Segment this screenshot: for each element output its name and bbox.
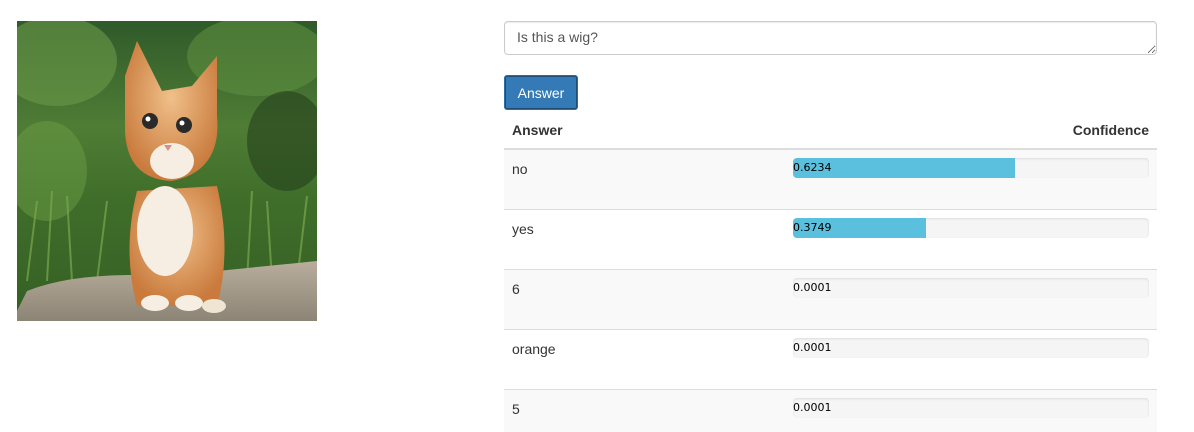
confidence-cell: 0.0001 (785, 329, 1157, 390)
answer-cell: orange (504, 329, 785, 390)
answer-cell: no (504, 148, 785, 210)
confidence-progress: 0.6234 (793, 158, 1149, 178)
confidence-progress: 0.0001 (793, 338, 1149, 358)
vqa-page: Answer Answer Confidence no 0.6234 (0, 0, 1194, 432)
confidence-value: 0.3749 (793, 221, 832, 234)
confidence-progress: 0.0001 (793, 398, 1149, 418)
confidence-value: 0.0001 (793, 281, 832, 294)
answer-column-header: Answer (504, 112, 785, 150)
table-row: yes 0.3749 (504, 209, 1157, 270)
qa-panel: Answer Answer Confidence no 0.6234 (504, 21, 1157, 432)
answer-cell: 6 (504, 269, 785, 330)
answer-cell: yes (504, 209, 785, 270)
confidence-cell: 0.6234 (785, 148, 1157, 210)
confidence-value: 0.6234 (793, 161, 832, 174)
confidence-progress: 0.0001 (793, 278, 1149, 298)
confidence-cell: 0.0001 (785, 389, 1157, 432)
confidence-value: 0.0001 (793, 401, 832, 414)
table-row: no 0.6234 (504, 148, 1157, 210)
confidence-value: 0.0001 (793, 341, 832, 354)
table-header-row: Answer Confidence (504, 112, 1157, 150)
answer-button[interactable]: Answer (504, 75, 578, 110)
confidence-cell: 0.3749 (785, 209, 1157, 270)
table-row: orange 0.0001 (504, 329, 1157, 390)
table-row: 5 0.0001 (504, 389, 1157, 432)
table-row: 6 0.0001 (504, 269, 1157, 330)
answer-cell: 5 (504, 389, 785, 432)
confidence-cell: 0.0001 (785, 269, 1157, 330)
results-table: Answer Confidence no 0.6234 yes 0.3749 6… (504, 112, 1157, 432)
confidence-column-header: Confidence (785, 112, 1157, 150)
confidence-progress: 0.3749 (793, 218, 1149, 238)
question-input[interactable] (504, 21, 1157, 55)
kitten-photo (17, 21, 317, 321)
